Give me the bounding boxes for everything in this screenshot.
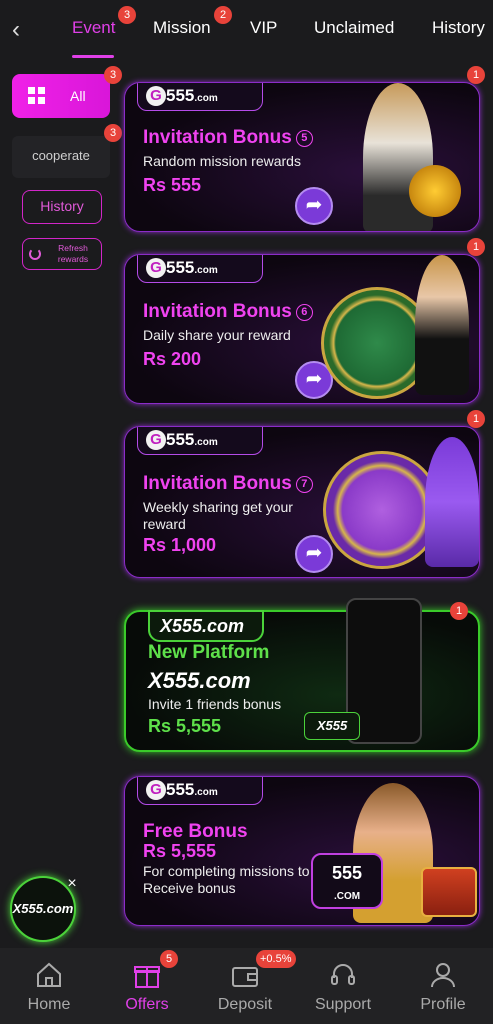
close-icon[interactable]: × xyxy=(64,876,80,892)
event-card-invitation-5[interactable]: G 555.com Invitation Bonus 5 Random missio… xyxy=(124,82,480,232)
card-subtitle: Random mission rewards xyxy=(143,153,301,169)
green-card-badge: 1 xyxy=(450,602,468,620)
genie-illustration xyxy=(425,437,479,567)
tab-mission[interactable]: Mission xyxy=(153,18,211,38)
refresh-rewards-label: Refresh rewards xyxy=(57,243,89,264)
grid-icon xyxy=(28,87,45,104)
nav-offers-label: Offers xyxy=(125,996,169,1013)
event-card-invitation-6[interactable]: G 555.com Invitation Bonus 6 Daily share y… xyxy=(124,254,480,404)
tab-mission-badge: 2 xyxy=(214,6,232,24)
new-platform-card[interactable]: X555.com New Platform X555.com Invite 1 … xyxy=(124,598,480,752)
nav-deposit-badge: +0.5% xyxy=(256,950,296,968)
g555-logo: G 555.com xyxy=(137,427,263,455)
card-go-arrow-icon[interactable]: ➦ xyxy=(295,535,333,573)
woman-illustration xyxy=(415,255,469,395)
filter-all-label: All xyxy=(70,88,86,104)
event-card-invitation-7[interactable]: G 555.com Invitation Bonus 7 Weekly sharin… xyxy=(124,426,480,578)
top-tab-bar: ‹ Event 3 Mission 2 VIP Unclaimed Histor… xyxy=(0,0,493,60)
card-3-badge: 1 xyxy=(467,410,485,428)
card-2-badge: 1 xyxy=(467,238,485,256)
refresh-rewards-button[interactable]: Refresh rewards xyxy=(22,238,102,270)
active-tab-indicator xyxy=(72,55,114,58)
nav-profile-label: Profile xyxy=(420,996,466,1013)
new-platform-amount: Rs 5,555 xyxy=(148,716,222,736)
g555-logo: G 555.com xyxy=(137,83,263,111)
filter-all-badge: 3 xyxy=(104,66,122,84)
g555-logo: G 555.com xyxy=(137,255,263,283)
free-bonus-title: Free Bonus xyxy=(143,821,248,842)
bottom-navigation: Home Offers 5 Deposit +0.5% Support Prof… xyxy=(0,948,493,1024)
tab-unclaimed[interactable]: Unclaimed xyxy=(314,18,394,38)
card-amount: Rs 1,000 xyxy=(143,535,217,555)
filter-cooperate-badge: 3 xyxy=(104,124,122,142)
tab-history[interactable]: History xyxy=(432,18,485,38)
invite-friends-text: Invite 1 friends bonus xyxy=(148,696,282,712)
card-amount: Rs 200 xyxy=(143,349,202,369)
card-go-arrow-icon[interactable]: ➦ xyxy=(295,187,333,225)
card-1-badge: 1 xyxy=(467,66,485,84)
card-title: Invitation Bonus 5 xyxy=(143,127,313,149)
treasure-chest-illustration xyxy=(421,867,477,917)
wallet-icon xyxy=(232,967,258,987)
filter-all-button[interactable]: All xyxy=(12,74,110,118)
back-chevron-icon[interactable]: ‹ xyxy=(12,16,36,44)
g555-logo: G 555.com xyxy=(137,777,263,805)
nav-home[interactable]: Home xyxy=(0,948,98,1024)
person-icon xyxy=(431,963,455,988)
nav-offers[interactable]: Offers xyxy=(98,948,196,1024)
free-bonus-card[interactable]: G 555.com Free Bonus Rs 5,555 For complet… xyxy=(124,776,480,926)
card-title: Invitation Bonus 6 xyxy=(143,301,313,323)
filter-cooperate-button[interactable]: cooperate xyxy=(12,136,110,178)
headset-icon xyxy=(331,964,355,985)
g555-badge-logo: 555 .COM xyxy=(311,853,383,909)
tab-event[interactable]: Event xyxy=(72,18,115,38)
sidebar-history-button[interactable]: History xyxy=(22,190,102,224)
gift-icon xyxy=(134,966,160,988)
nav-profile[interactable]: Profile xyxy=(394,948,492,1024)
refresh-icon xyxy=(29,248,41,260)
home-icon xyxy=(37,962,61,987)
free-bonus-subtitle: For completing missions to Receive bonus xyxy=(143,863,310,896)
x555-small-logo: X555 xyxy=(304,712,360,740)
nav-support[interactable]: Support xyxy=(294,948,392,1024)
card-subtitle: Daily share your reward xyxy=(143,327,291,343)
nav-deposit-label: Deposit xyxy=(217,996,273,1013)
filter-cooperate-label: cooperate xyxy=(32,148,90,163)
card-subtitle: Weekly sharing get your reward xyxy=(143,499,293,532)
coin-stack-illustration xyxy=(409,165,461,217)
nav-offers-badge: 5 xyxy=(160,950,178,968)
card-title: Invitation Bonus 7 xyxy=(143,473,313,495)
purple-prize-wheel-illustration xyxy=(323,451,441,569)
x555-brand-text: X555.com xyxy=(148,668,251,693)
new-platform-title: New Platform xyxy=(148,642,270,663)
x555-logo: X555.com xyxy=(148,610,264,642)
nav-home-label: Home xyxy=(27,996,71,1013)
tab-vip[interactable]: VIP xyxy=(250,18,277,38)
card-amount: Rs 555 xyxy=(143,175,202,195)
free-bonus-amount: Rs 5,555 xyxy=(143,841,217,861)
tab-event-badge: 3 xyxy=(118,6,136,24)
nav-support-label: Support xyxy=(314,996,372,1013)
